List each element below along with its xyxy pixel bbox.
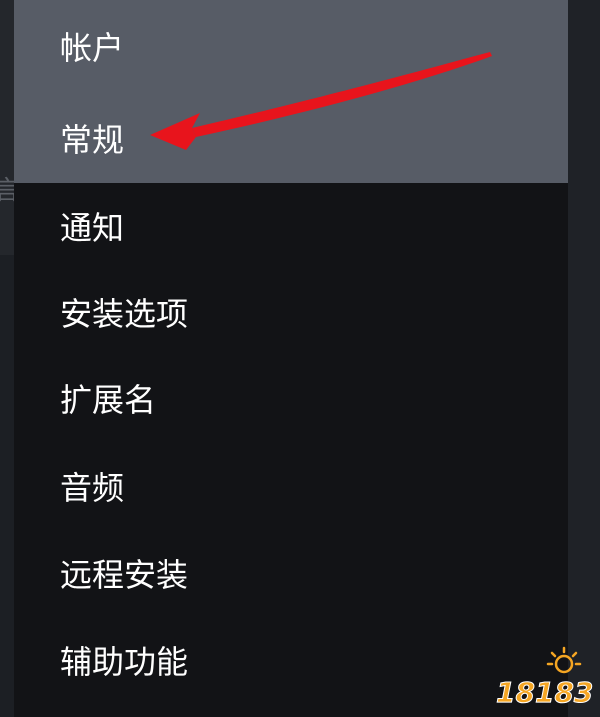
menu-item-label: 常规 [60, 120, 125, 159]
watermark-text: 18183 [496, 676, 593, 709]
menu-item-label: 辅助功能 [60, 643, 189, 681]
menu-item-label: 音频 [60, 469, 125, 507]
watermark-logo: 18183 [494, 646, 594, 712]
menu-item-extensions[interactable]: 扩展名 [14, 355, 568, 441]
menu-item-accessibility[interactable]: 辅助功能 [14, 617, 568, 703]
menu-item-label: 通知 [60, 209, 125, 247]
menu-item-label: 远程安装 [60, 556, 189, 594]
menu-item-general[interactable]: 常规 [14, 92, 568, 183]
sun-logo-icon: 18183 [496, 646, 594, 710]
menu-item-label: 安装选项 [60, 295, 189, 333]
menu-item-label: 帐户 [60, 29, 125, 67]
menu-item-remote-install[interactable]: 远程安装 [14, 530, 568, 616]
menu-item-audio[interactable]: 音频 [14, 443, 568, 529]
background-panel-bottom [0, 255, 14, 717]
menu-item-notifications[interactable]: 通知 [14, 183, 568, 269]
settings-menu: 帐户 常规 通知 安装选项 扩展名 音频 远程安装 辅助功能 [14, 0, 568, 717]
menu-item-account[interactable]: 帐户 [14, 0, 568, 92]
background-panel-right [568, 0, 600, 717]
menu-item-install-options[interactable]: 安装选项 [14, 269, 568, 355]
background-panel-top [0, 0, 14, 255]
menu-item-label: 扩展名 [60, 381, 157, 419]
